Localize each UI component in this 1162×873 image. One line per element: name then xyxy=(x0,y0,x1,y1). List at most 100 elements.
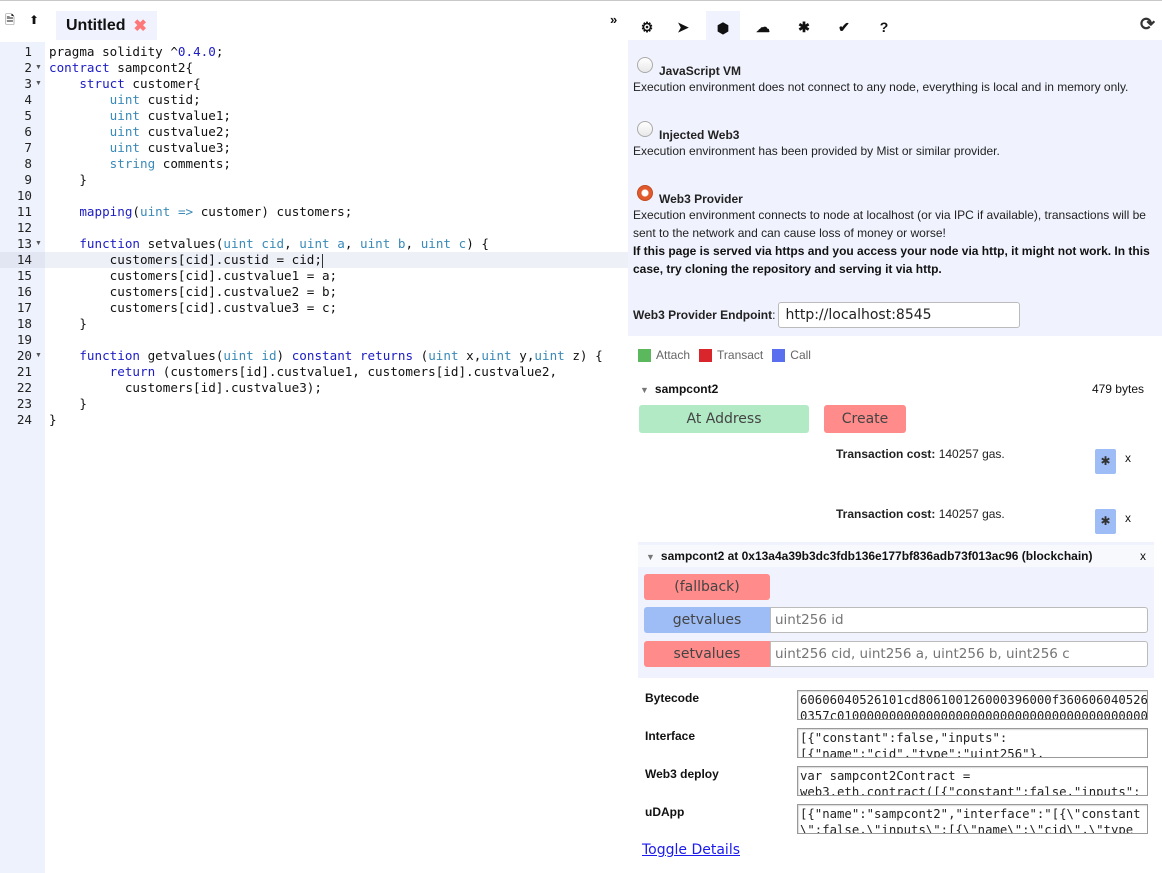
env-option-title: Injected Web3 xyxy=(659,128,740,142)
code-line[interactable] xyxy=(45,188,628,204)
right-toolbar: ⚙ ➤ ⬢ ☁ ✱ ✔? ⟳ xyxy=(628,2,1162,40)
setvalues-args-input[interactable] xyxy=(770,641,1148,667)
code-line[interactable]: customers[cid].custvalue1 = a; xyxy=(45,268,628,284)
code-line[interactable]: string comments; xyxy=(45,156,628,172)
function-row-setvalues: setvalues xyxy=(644,641,1148,667)
endpoint-row: Web3 Provider Endpoint: xyxy=(633,302,1021,328)
fold-arrow-icon[interactable]: ▼ xyxy=(35,60,42,76)
upload-icon[interactable]: ⬆ xyxy=(27,12,41,28)
line-number: 17 xyxy=(16,300,32,315)
transaction-close-button[interactable]: x xyxy=(1125,451,1131,465)
code-line[interactable] xyxy=(45,220,628,236)
env-option-description: Execution environment connects to node a… xyxy=(633,208,1146,240)
file-icon[interactable]: 🗎 xyxy=(3,12,17,28)
cloud-upload-icon[interactable]: ☁ xyxy=(752,16,774,38)
instance-header[interactable]: ▼ sampcont2 at 0x13a4a39b3dc3fdb136e177bf… xyxy=(638,545,1154,567)
code-line[interactable] xyxy=(45,332,628,348)
code-line[interactable]: uint custvalue1; xyxy=(45,108,628,124)
function-row-getvalues: getvalues xyxy=(644,607,1148,633)
settings-gear-icon[interactable]: ⚙ xyxy=(636,16,658,38)
env-option-header[interactable]: Web3 Provider xyxy=(633,185,1161,206)
analysis-check-icon[interactable]: ✔ xyxy=(833,16,855,38)
fallback-button[interactable]: (fallback) xyxy=(644,574,770,600)
fold-arrow-icon[interactable]: ▼ xyxy=(35,348,42,364)
code-line[interactable]: } xyxy=(45,396,628,412)
line-number: 18 xyxy=(16,316,32,331)
line-number-gutter: 1 2 ▼ 3 ▼ 4 5 6 7 8 9 10 11 12 13 ▼ 14 15 16 17 18 19 20 ▼ 21 22 2… xyxy=(0,42,45,873)
close-tab-icon[interactable]: ✖ xyxy=(134,16,147,36)
setvalues-button[interactable]: setvalues xyxy=(644,641,770,667)
code-line[interactable]: customers[cid].custid = cid; xyxy=(45,252,628,268)
code-line[interactable]: uint custvalue3; xyxy=(45,140,628,156)
line-number: 22 xyxy=(16,380,32,395)
expand-triangle-icon[interactable]: ▼ xyxy=(640,385,649,395)
code-line[interactable]: struct customer{ xyxy=(45,76,628,92)
fold-arrow-icon[interactable]: ▼ xyxy=(35,236,42,252)
help-question-icon[interactable]: ? xyxy=(873,16,895,38)
bytecode-textarea[interactable]: 60606040526101cd806100126000396000f36060… xyxy=(797,690,1148,720)
contract-cube-icon[interactable]: ⬢ xyxy=(706,11,740,40)
at-address-button[interactable]: At Address xyxy=(639,405,809,433)
code-line[interactable]: customers[cid].custvalue3 = c; xyxy=(45,300,628,316)
env-option-header[interactable]: JavaScript VM xyxy=(633,57,1161,78)
getvalues-args-input[interactable] xyxy=(770,607,1148,633)
code-line[interactable]: function setvalues(uint cid, uint a, uin… xyxy=(45,236,628,252)
transaction-cost-label: Transaction cost: xyxy=(836,447,936,461)
radio-injected-web3[interactable] xyxy=(637,121,653,137)
detail-row-web3-deploy: Web3 deploy var sampcont2Contract = web3.… xyxy=(645,766,1155,797)
file-tab[interactable]: Untitled ✖ xyxy=(56,11,157,40)
collapse-panel-icon[interactable]: » xyxy=(610,12,617,27)
udapp-textarea[interactable]: [{"name":"sampcont2","interface":"[{\"co… xyxy=(797,804,1148,834)
getvalues-button[interactable]: getvalues xyxy=(644,607,770,633)
line-number: 12 xyxy=(16,220,32,235)
code-line[interactable]: function getvalues(uint id) constant ret… xyxy=(45,348,628,364)
radio-javascript-vm[interactable] xyxy=(637,57,653,73)
line-number: 6 xyxy=(24,124,32,139)
detail-row-interface: Interface [{"constant":false,"inputs": [{… xyxy=(645,728,1155,759)
line-number: 23 xyxy=(16,396,32,411)
transaction-cost: Transaction cost: 140257 gas. xyxy=(836,447,1005,461)
code-line[interactable]: } xyxy=(45,316,628,332)
contract-name: sampcont2 xyxy=(654,382,719,396)
code-line[interactable]: return (customers[id].custvalue1, custom… xyxy=(45,364,628,380)
line-number: 3 xyxy=(24,76,32,91)
endpoint-input[interactable] xyxy=(778,302,1021,328)
transaction-close-button[interactable]: x xyxy=(1125,511,1131,525)
detail-label: Web3 deploy xyxy=(645,767,719,781)
line-number: 20 xyxy=(16,348,32,363)
code-line[interactable]: contract sampcont2{ xyxy=(45,60,628,76)
detail-label: Interface xyxy=(645,729,696,743)
fold-arrow-icon[interactable]: ▼ xyxy=(35,76,42,92)
code-line[interactable]: uint custid; xyxy=(45,92,628,108)
contract-size: 479 bytes xyxy=(1091,382,1144,396)
env-option-header[interactable]: Injected Web3 xyxy=(633,121,1161,142)
send-plane-icon[interactable]: ➤ xyxy=(672,16,694,38)
instance-close-button[interactable]: x xyxy=(1140,545,1146,567)
create-button[interactable]: Create xyxy=(824,405,906,433)
code-editor[interactable]: pragma solidity ^0.4.0; contract sampcont… xyxy=(45,42,628,873)
file-tab-name: Untitled xyxy=(66,16,126,34)
legend-swatch-transact xyxy=(699,348,713,362)
expand-triangle-icon[interactable]: ▼ xyxy=(646,552,655,562)
debugger-bug-icon[interactable]: ✱ xyxy=(793,16,815,38)
refresh-icon[interactable]: ⟳ xyxy=(1140,14,1155,35)
web3-deploy-textarea[interactable]: var sampcont2Contract = web3.eth.contrac… xyxy=(797,766,1148,796)
radio-web3-provider[interactable] xyxy=(637,185,653,201)
contract-instance: ▼ sampcont2 at 0x13a4a39b3dc3fdb136e177bf… xyxy=(638,542,1154,678)
code-line[interactable]: uint custvalue2; xyxy=(45,124,628,140)
transaction-cost-value: 140257 gas. xyxy=(938,507,1005,521)
contract-header[interactable]: ▼ sampcont2 479 bytes xyxy=(640,382,1156,396)
debug-bug-icon[interactable]: ✱ xyxy=(1095,449,1116,474)
interface-textarea[interactable]: [{"constant":false,"inputs": [{"name":"c… xyxy=(797,728,1148,758)
code-line[interactable]: customers[cid].custvalue2 = b; xyxy=(45,284,628,300)
toggle-details-link[interactable]: Toggle Details xyxy=(642,842,740,858)
legend-label-call: Call xyxy=(790,348,811,362)
debug-bug-icon[interactable]: ✱ xyxy=(1095,509,1116,534)
env-option-web3-provider: Web3 Provider Execution environment conne… xyxy=(633,185,1161,278)
code-line[interactable]: } xyxy=(45,172,628,188)
code-line[interactable]: pragma solidity ^0.4.0; xyxy=(45,44,628,60)
line-number: 1 xyxy=(24,44,32,59)
code-line[interactable]: mapping(uint => customer) customers; xyxy=(45,204,628,220)
code-line[interactable]: customers[id].custvalue3); xyxy=(45,380,628,396)
code-line[interactable]: } xyxy=(45,412,628,428)
